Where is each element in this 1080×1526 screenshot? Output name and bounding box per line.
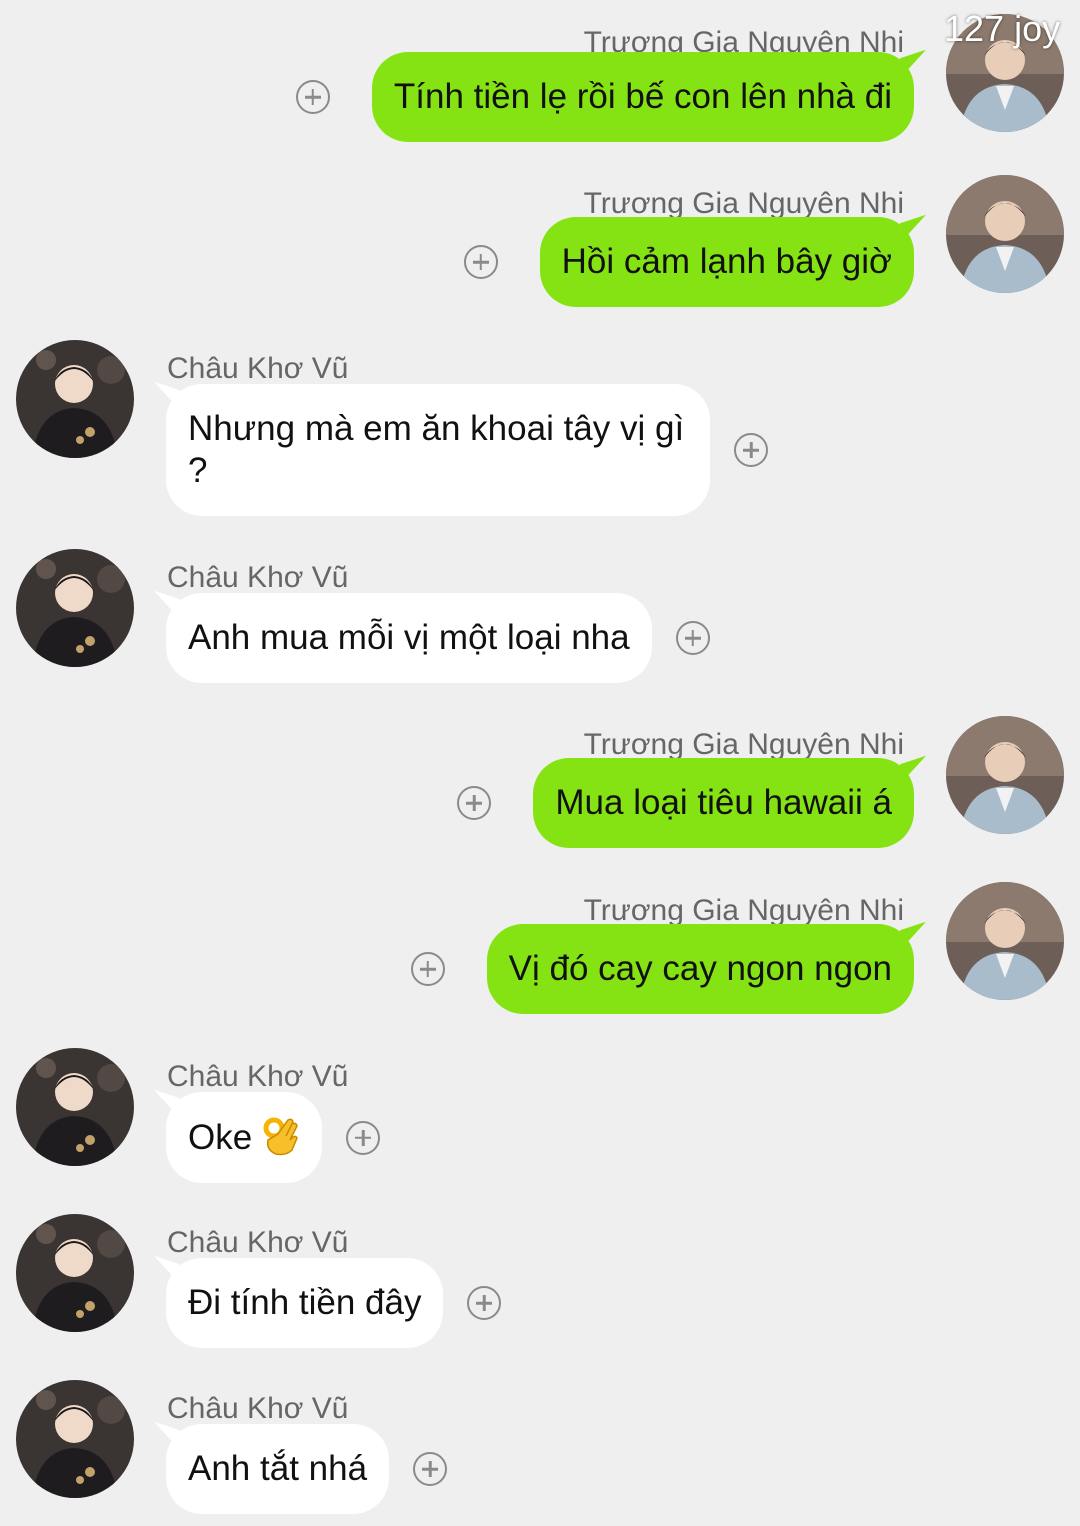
sender-name: Trương Gia Nguyên Nhi: [583, 894, 904, 927]
message-bubble[interactable]: Anh mua mỗi vị một loại nha: [166, 593, 652, 683]
message-row: Châu Khơ Vũ Nhưng mà em ăn khoai tây vị …: [0, 340, 1080, 520]
avatar[interactable]: [946, 175, 1064, 293]
message-row: Trương Gia Nguyên Nhi Tính tiền lẹ rồi b…: [0, 14, 1080, 144]
message-bubble[interactable]: Hồi cảm lạnh bây giờ: [539, 217, 914, 307]
message-bubble[interactable]: Nhưng mà em ăn khoai tây vị gì ?: [166, 384, 710, 516]
add-reaction-icon[interactable]: [463, 245, 498, 279]
add-reaction-icon[interactable]: [410, 952, 445, 986]
message-bubble[interactable]: Tính tiền lẹ rồi bế con lên nhà đi: [371, 52, 914, 142]
message-row: Châu Khơ Vũ Anh mua mỗi vị một loại nha: [0, 549, 1080, 689]
sender-name: Châu Khơ Vũ: [167, 1392, 349, 1425]
sender-name: Châu Khơ Vũ: [167, 1226, 349, 1259]
message-bubble[interactable]: Mua loại tiêu hawaii á: [533, 758, 914, 848]
add-reaction-icon[interactable]: [413, 1452, 448, 1486]
message-bubble[interactable]: Oke: [166, 1092, 323, 1183]
add-reaction-icon[interactable]: [675, 621, 710, 655]
message-row: Châu Khơ Vũ Đi tính tiền đây: [0, 1214, 1080, 1354]
watermark-label: 127 joy: [944, 8, 1061, 49]
add-reaction-icon[interactable]: [734, 433, 768, 467]
avatar[interactable]: [16, 1048, 134, 1166]
avatar[interactable]: [16, 549, 134, 667]
message-row: Châu Khơ Vũ Oke: [0, 1048, 1080, 1188]
sender-name: Trương Gia Nguyên Nhi: [583, 728, 904, 761]
message-text: Oke: [188, 1118, 253, 1157]
avatar[interactable]: [946, 716, 1064, 834]
add-reaction-icon[interactable]: [457, 786, 492, 820]
message-bubble[interactable]: Anh tắt nhá: [166, 1424, 390, 1514]
sender-name: Châu Khơ Vũ: [167, 1060, 349, 1093]
avatar[interactable]: [16, 1380, 134, 1498]
add-reaction-icon[interactable]: [346, 1120, 381, 1155]
chat-view: 127 joy Trương Gia Nguyên Nhi Tính tiền …: [0, 0, 1080, 1526]
ok-hand-emoji-icon: [263, 1117, 299, 1156]
message-row: Trương Gia Nguyên Nhi Vị đó cay cay ngon…: [0, 882, 1080, 1017]
avatar[interactable]: [16, 340, 134, 458]
sender-name: Châu Khơ Vũ: [167, 561, 349, 594]
add-reaction-icon[interactable]: [467, 1286, 502, 1320]
message-row: Châu Khơ Vũ Anh tắt nhá: [0, 1380, 1080, 1520]
avatar[interactable]: [946, 882, 1064, 1000]
message-row: Trương Gia Nguyên Nhi Hồi cảm lạnh bây g…: [0, 175, 1080, 307]
sender-name: Trương Gia Nguyên Nhi: [583, 187, 904, 220]
sender-name: Châu Khơ Vũ: [167, 352, 349, 385]
message-bubble[interactable]: Vị đó cay cay ngon ngon: [486, 924, 914, 1014]
message-bubble[interactable]: Đi tính tiền đây: [166, 1258, 444, 1348]
add-reaction-icon[interactable]: [295, 80, 330, 114]
message-row: Trương Gia Nguyên Nhi Mua loại tiêu hawa…: [0, 716, 1080, 851]
avatar[interactable]: [16, 1214, 134, 1332]
